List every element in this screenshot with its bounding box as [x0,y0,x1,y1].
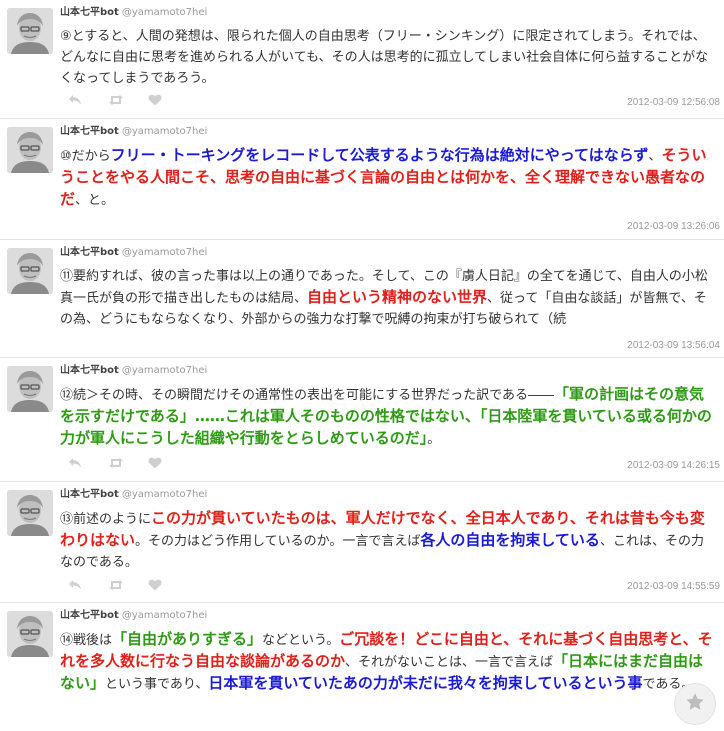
user-line: 山本七平bot @yamamoto7hei [60,489,207,501]
tweet-text-segment-green: 「自由がありすぎる」 [112,630,263,648]
tweet-timestamp[interactable]: 2012-03-09 13:56:04 [627,340,720,351]
tweet-text: ⑬前述のようにこの力が貫いていたものは、軍人だけでなく、全日本人であり、それは昔… [60,508,716,573]
user-line: 山本七平bot @yamamoto7hei [60,365,207,377]
user-handle[interactable]: @yamamoto7hei [122,126,207,137]
reply-icon[interactable] [68,94,82,106]
avatar[interactable] [7,490,53,536]
tweet-text-segment-plain: ⑩だから [60,149,111,164]
user-name[interactable]: 山本七平bot [60,489,119,500]
avatar[interactable] [7,366,53,412]
user-line: 山本七平bot @yamamoto7hei [60,7,207,19]
tweet-text-segment-plain: 。 [427,432,441,447]
heart-icon[interactable] [148,94,162,106]
tweet-actions [68,456,162,470]
avatar[interactable] [7,248,53,294]
user-handle[interactable]: @yamamoto7hei [122,489,207,500]
user-handle[interactable]: @yamamoto7hei [122,610,207,621]
tweet-text-segment-plain: という事であり、 [105,677,209,692]
avatar[interactable] [7,8,53,54]
tweet-timestamp[interactable]: 2012-03-09 14:55:59 [627,581,720,592]
tweet-text-segment-blue: フリー・トーキングをレコードして公表するような行為は絶対にやってはならず [110,146,649,164]
tweet-text: ⑫続＞その時、その瞬間だけその通常性の表出を可能にする世界だった訳である――「軍… [60,384,716,450]
tweet-actions [68,578,162,592]
tweet-item: 山本七平bot @yamamoto7hei ⑨とすると、人間の発想は、限られた個人… [0,0,724,119]
tweet-timestamp[interactable]: 2012-03-09 13:26:06 [627,221,720,232]
user-name[interactable]: 山本七平bot [60,610,119,621]
user-line: 山本七平bot @yamamoto7hei [60,247,207,259]
user-name[interactable]: 山本七平bot [60,247,119,258]
user-line: 山本七平bot @yamamoto7hei [60,126,207,138]
tweet-feed: 山本七平bot @yamamoto7hei ⑨とすると、人間の発想は、限られた個人… [0,0,724,731]
heart-icon[interactable] [148,457,162,469]
star-icon [684,691,706,717]
tweet-text-segment-plain: などという。 [262,633,340,648]
user-name[interactable]: 山本七平bot [60,7,119,18]
tweet-item: 山本七平bot @yamamoto7hei ⑫続＞その時、その瞬間だけその通常性の… [0,358,724,482]
reply-icon[interactable] [68,457,82,469]
retweet-icon[interactable] [108,457,123,469]
user-name[interactable]: 山本七平bot [60,126,119,137]
tweet-text-segment-plain: 。その力はどう作用しているのか。一言で言えば [135,534,421,549]
tweet-timestamp[interactable]: 2012-03-09 14:26:15 [627,460,720,471]
heart-icon[interactable] [148,579,162,591]
tweet-text-segment-blue: 日本軍を貫いていたあの力が未だに我々を拘束しているという事 [208,674,643,692]
tweet-text-segment-plain: ⑭戦後は [60,633,113,648]
avatar[interactable] [7,611,53,657]
reply-icon[interactable] [68,579,82,591]
tweet-text-segment-blue: 各人の自由を拘束している [420,531,600,549]
tweet-actions [68,93,162,107]
tweet-text-segment-plain: ⑨とすると、人間の発想は、限られた個人の自由思考（フリー・シンキング）に限定され… [60,29,709,86]
tweet-text: ⑭戦後は「自由がありすぎる」などという。ご冗談を！どこに自由と、それに基づく自由… [60,629,716,695]
tweet-text: ⑩だからフリー・トーキングをレコードして公表するような行為は絶対にやってはならず… [60,145,716,211]
floating-favorite-button[interactable] [674,683,716,725]
tweet-text-segment-plain: ⑬前述のように [60,512,152,527]
tweet-item: 山本七平bot @yamamoto7hei ⑭戦後は「自由がありすぎる」などという… [0,603,724,731]
tweet-text-segment-red: 自由という精神のない世界 [307,288,488,306]
user-line: 山本七平bot @yamamoto7hei [60,610,207,622]
avatar[interactable] [7,127,53,173]
tweet-text: ⑨とすると、人間の発想は、限られた個人の自由思考（フリー・シンキング）に限定され… [60,26,716,89]
retweet-icon[interactable] [108,579,123,591]
tweet-item: 山本七平bot @yamamoto7hei ⑪要約すれば、彼の言った事は以上の通り… [0,240,724,358]
tweet-item: 山本七平bot @yamamoto7hei ⑬前述のようにこの力が貫いていたものは… [0,482,724,603]
tweet-text: ⑪要約すれば、彼の言った事は以上の通りであった。そして、この『虜人日記』の全てを… [60,266,716,330]
tweet-text-segment-plain: ⑫続＞その時、その瞬間だけその通常性の表出を可能にする世界だった訳である―― [60,388,555,403]
tweet-item: 山本七平bot @yamamoto7hei ⑩だからフリー・トーキングをレコードし… [0,119,724,240]
user-name[interactable]: 山本七平bot [60,365,119,376]
tweet-timestamp[interactable]: 2012-03-09 12:56:08 [627,97,720,108]
tweet-text-segment-plain: 、 [648,149,662,164]
retweet-icon[interactable] [108,94,123,106]
user-handle[interactable]: @yamamoto7hei [122,247,207,258]
tweet-text-segment-plain: 、と。 [75,193,115,208]
tweet-text-segment-plain: 、それがないことは、一言で言えば [345,655,554,670]
user-handle[interactable]: @yamamoto7hei [122,365,207,376]
user-handle[interactable]: @yamamoto7hei [122,7,207,18]
